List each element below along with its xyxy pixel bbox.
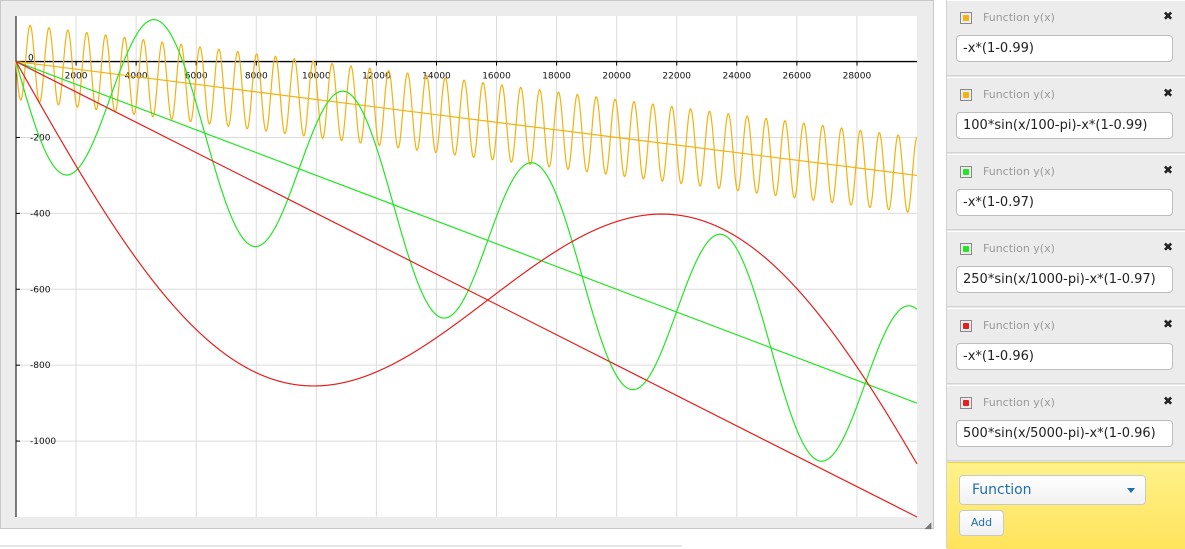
function-label: Function y(x) [983, 242, 1055, 255]
function-list-panel: Function y(x)✖Function y(x)✖Function y(x… [946, 0, 1185, 549]
function-card: Function y(x) ✖ [947, 77, 1185, 153]
close-icon[interactable]: ✖ [1163, 317, 1173, 331]
color-swatch-fill [963, 169, 969, 175]
color-swatch-icon[interactable] [960, 397, 972, 409]
close-icon[interactable]: ✖ [1163, 163, 1173, 177]
close-icon[interactable]: ✖ [1163, 394, 1173, 408]
y-tick-label: -1000 [30, 437, 56, 447]
color-swatch-fill [963, 246, 969, 252]
function-graph[interactable]: 2000 4000 6000 8000 10000 12000 14000 16000 1800… [1, 1, 935, 530]
function-expression-input[interactable] [956, 420, 1173, 447]
color-swatch-icon[interactable] [960, 243, 972, 255]
function-label: Function y(x) [983, 88, 1055, 101]
x-tick-label: 18000 [542, 72, 571, 82]
function-label: Function y(x) [983, 396, 1055, 409]
function-card: Function y(x) ✖ [947, 0, 1185, 76]
color-swatch-fill [963, 92, 969, 98]
function-label: Function y(x) [983, 165, 1055, 178]
function-label: Function y(x) [983, 11, 1055, 24]
close-icon[interactable]: ✖ [1163, 240, 1173, 254]
x-tick-label: 2000 [65, 72, 88, 82]
color-swatch-fill [963, 323, 969, 329]
function-card: Function y(x) ✖ [947, 308, 1185, 384]
color-swatch-icon[interactable] [960, 89, 972, 101]
y-tick-label: -800 [30, 361, 51, 371]
function-expression-input[interactable] [956, 35, 1173, 62]
close-icon[interactable]: ✖ [1163, 86, 1173, 100]
x-tick-label: 24000 [722, 72, 751, 82]
function-card: Function y(x) ✖ [947, 385, 1185, 461]
chevron-down-icon [1127, 488, 1135, 493]
function-expression-input[interactable] [956, 266, 1173, 293]
add-button[interactable]: Add [959, 510, 1004, 536]
function-card: Function y(x) ✖ [947, 231, 1185, 307]
origin-label: 0 [28, 54, 34, 64]
x-tick-label: 26000 [783, 72, 812, 82]
y-tick-label: -400 [30, 209, 51, 219]
add-function-panel: Function Add [947, 462, 1185, 549]
function-type-label: Function [972, 482, 1032, 498]
x-tick-label: 8000 [245, 72, 268, 82]
function-expression-input[interactable] [956, 189, 1173, 216]
color-swatch-icon[interactable] [960, 12, 972, 24]
color-swatch-fill [963, 400, 969, 406]
y-tick-label: -600 [30, 285, 51, 295]
function-expression-input[interactable] [956, 112, 1173, 139]
function-expression-input[interactable] [956, 343, 1173, 370]
close-icon[interactable]: ✖ [1163, 9, 1173, 23]
bottom-divider [0, 545, 682, 547]
x-tick-label: 28000 [843, 72, 872, 82]
color-swatch-icon[interactable] [960, 320, 972, 332]
x-tick-label: 22000 [662, 72, 691, 82]
function-card: Function y(x) ✖ [947, 154, 1185, 230]
x-tick-label: 16000 [482, 72, 511, 82]
function-type-select[interactable]: Function [959, 475, 1146, 505]
x-tick-label: 20000 [602, 72, 631, 82]
color-swatch-icon[interactable] [960, 166, 972, 178]
resize-handle-icon[interactable]: ◢ [923, 521, 933, 531]
color-swatch-fill [963, 15, 969, 21]
plot-area[interactable]: 2000 4000 6000 8000 10000 12000 14000 16000 1800… [0, 0, 935, 531]
function-label: Function y(x) [983, 319, 1055, 332]
